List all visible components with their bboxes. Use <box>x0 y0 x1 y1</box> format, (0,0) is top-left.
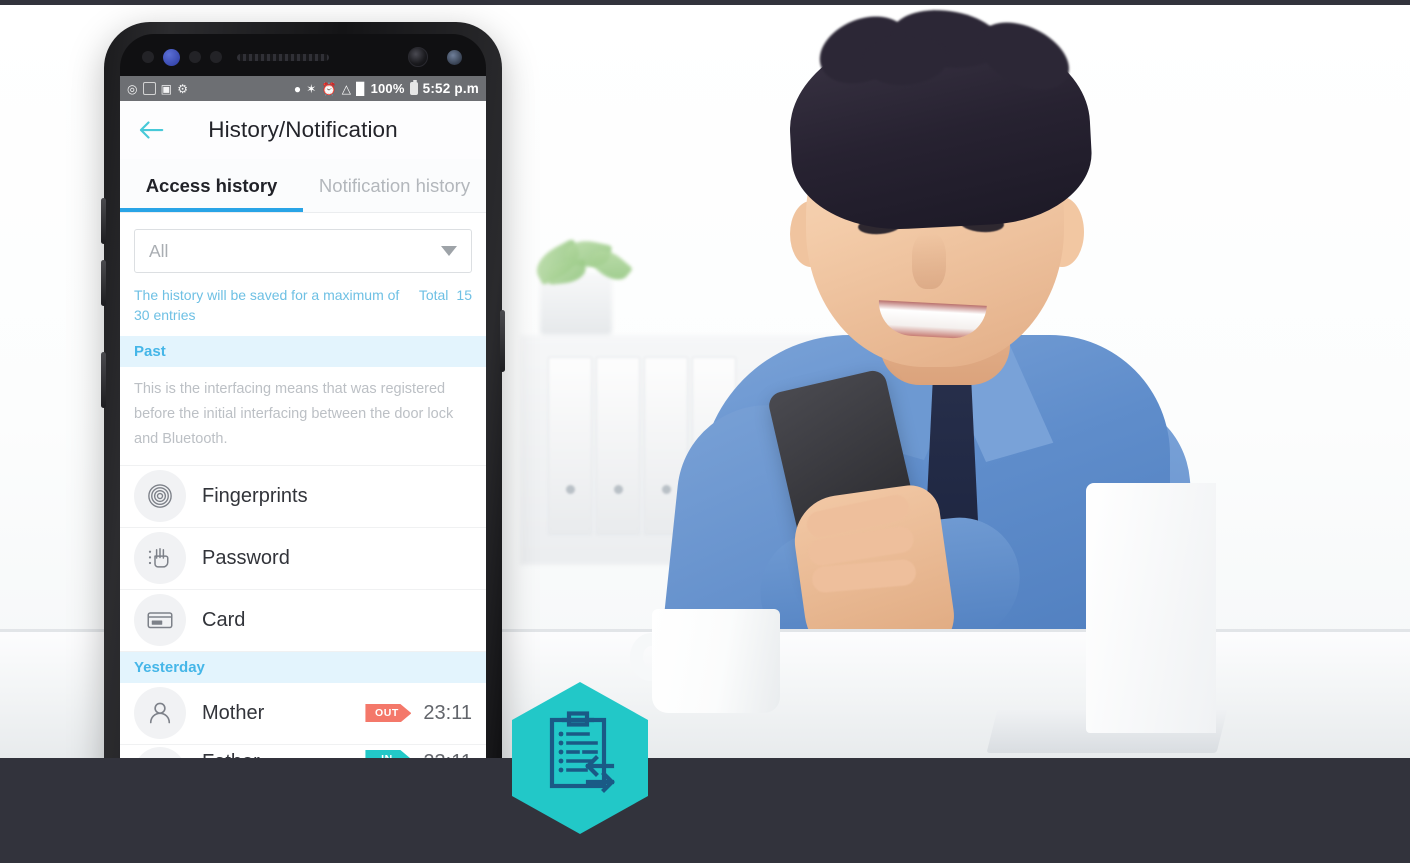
list-item-label: Mother <box>202 701 265 724</box>
keypad-hand-icon <box>148 548 169 568</box>
list-item-label: Card <box>202 608 246 631</box>
list-item[interactable]: Mother OUT 23:11 <box>120 682 486 745</box>
phone-top-bezel <box>120 34 486 80</box>
section-header-past: Past <box>120 335 486 367</box>
list-item-meta: OUT 23:11 <box>365 702 472 725</box>
avatar <box>134 470 186 523</box>
history-filter-select[interactable]: All <box>134 229 472 273</box>
alarm-icon: ⏰ <box>321 81 337 96</box>
list-item-time: 23:11 <box>423 701 472 724</box>
signal-icon: ▉ <box>356 81 366 96</box>
section-description-past: This is the interfacing means that was r… <box>120 367 486 466</box>
chevron-down-icon <box>441 246 457 256</box>
tab-notification-history-label: Notification history <box>318 174 471 196</box>
person-icon <box>149 702 171 724</box>
binder <box>596 357 640 535</box>
app-bar: History/Notification <box>120 101 486 159</box>
laptop-screen <box>1086 483 1216 733</box>
status-badge: OUT <box>365 703 412 723</box>
sim-icon: ◎ <box>127 81 138 96</box>
clock-label: 5:52 p.m <box>422 81 479 96</box>
battery-percent-label: 100% <box>370 81 405 96</box>
tab-access-history[interactable]: Access history <box>120 159 303 212</box>
alarm-settings-icon: ⚙ <box>177 81 189 96</box>
avatar <box>134 532 186 585</box>
gallery-icon <box>142 82 156 95</box>
coffee-mug <box>652 609 780 713</box>
clipboard-history-exchange-icon <box>512 682 648 834</box>
camera-icon: ▣ <box>160 81 173 96</box>
total-value: 15 <box>456 287 472 303</box>
proximity-sensor-icon <box>142 51 154 63</box>
list-item-label: Fingerprints <box>202 484 308 507</box>
list-item[interactable]: Card <box>120 589 486 652</box>
led-indicator-icon <box>210 51 222 63</box>
back-arrow-icon[interactable] <box>136 115 166 145</box>
tab-bar: Access history Notification history <box>120 159 486 213</box>
binder-ring <box>566 485 575 494</box>
history-filter-value: All <box>149 240 169 261</box>
battery-icon <box>409 80 418 95</box>
bluetooth-icon: ✶ <box>306 81 317 96</box>
section-header-yesterday: Yesterday <box>120 651 486 683</box>
wifi-icon: △ <box>341 81 352 96</box>
list-item-label: Password <box>202 546 290 569</box>
fingerprint-icon <box>148 484 172 509</box>
light-sensor-icon <box>189 51 201 63</box>
page-title: History/Notification <box>208 117 398 142</box>
binder <box>548 357 592 535</box>
tab-notification-history[interactable]: Notification history <box>303 159 486 212</box>
retention-notice: The history will be saved for a maximum … <box>120 279 486 336</box>
list-item[interactable]: Password <box>120 527 486 590</box>
retention-notice-text: The history will be saved for a maximum … <box>134 287 400 324</box>
total-counter: Total 15 <box>419 285 472 326</box>
location-icon: ● <box>293 81 302 96</box>
footer-band <box>0 758 1410 863</box>
man-nose <box>912 233 946 289</box>
feature-hex-badge <box>512 682 648 834</box>
total-label: Total <box>418 287 449 303</box>
smartphone-mockup: ◎ ▣ ⚙ ● ✶ ⏰ △ ▉ 100% 5:52 p.m History/No… <box>101 22 505 782</box>
power-button[interactable] <box>500 310 505 372</box>
volume-up-button[interactable] <box>101 198 106 244</box>
status-bar-right-icons: ● ✶ ⏰ △ ▉ 100% 5:52 p.m <box>293 80 479 96</box>
binder-ring <box>614 485 623 494</box>
secondary-sensor-icon <box>447 49 462 65</box>
avatar <box>134 594 186 647</box>
tab-access-history-label: Access history <box>145 174 278 196</box>
avatar <box>134 687 186 740</box>
assistant-button[interactable] <box>101 352 106 408</box>
earpiece-speaker <box>237 53 329 61</box>
list-item[interactable]: Fingerprints <box>120 465 486 528</box>
status-bar: ◎ ▣ ⚙ ● ✶ ⏰ △ ▉ 100% 5:52 p.m <box>120 76 486 101</box>
phone-screen: ◎ ▣ ⚙ ● ✶ ⏰ △ ▉ 100% 5:52 p.m History/No… <box>120 76 486 782</box>
binder-ring <box>662 485 671 494</box>
filter-container: All <box>120 213 486 279</box>
status-bar-left-icons: ◎ ▣ ⚙ <box>127 82 188 95</box>
front-camera-icon <box>408 47 428 67</box>
volume-down-button[interactable] <box>101 260 106 306</box>
iris-scanner-icon <box>163 48 180 66</box>
card-icon <box>147 612 173 629</box>
